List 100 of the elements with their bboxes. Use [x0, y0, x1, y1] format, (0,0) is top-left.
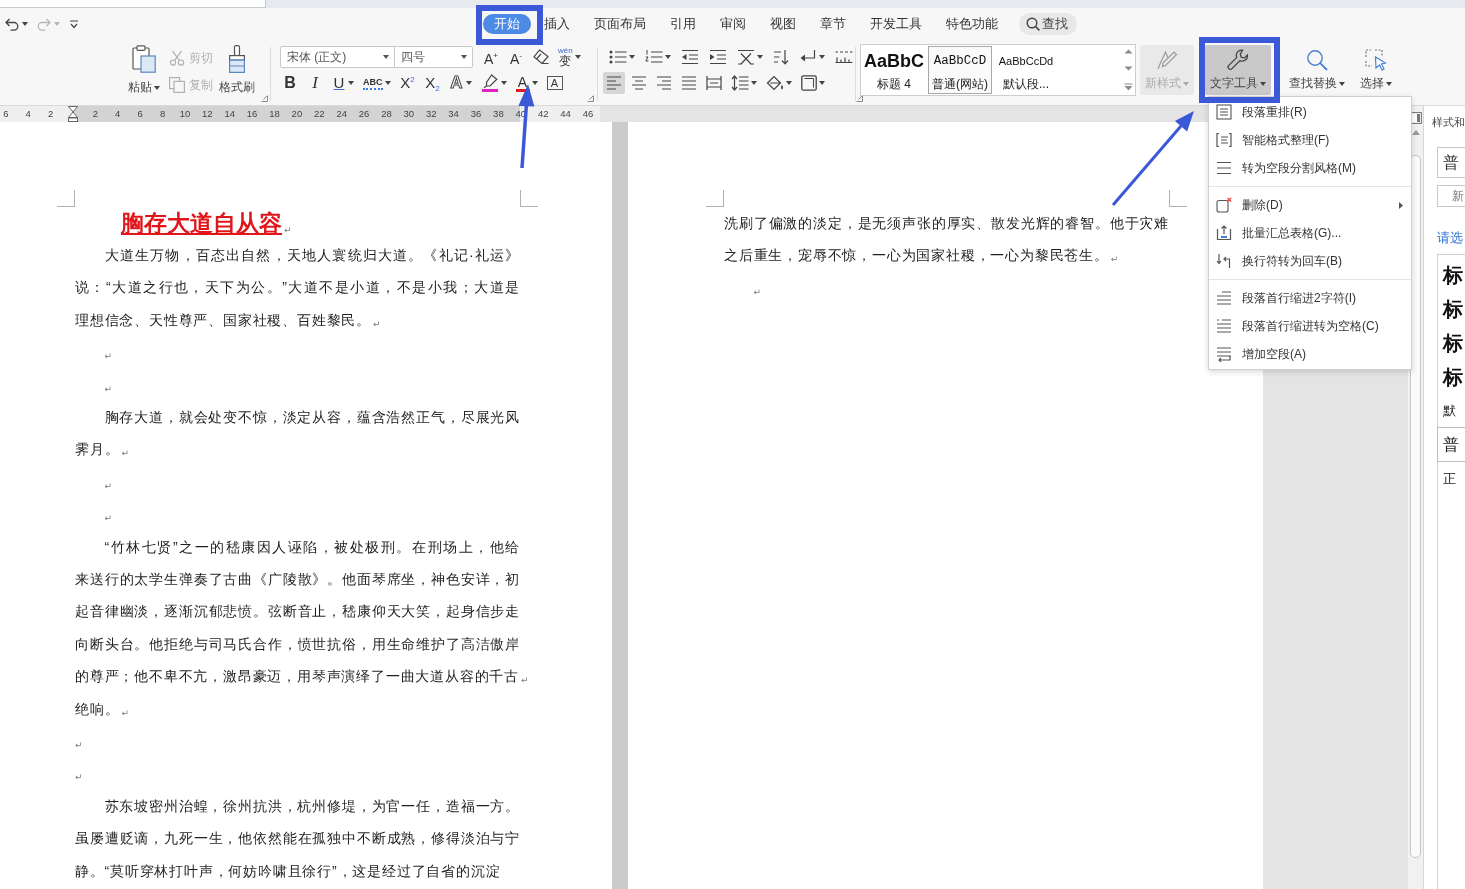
caret-icon — [665, 55, 671, 59]
menu-tab[interactable]: 特色功能 — [935, 14, 1009, 34]
caret-icon — [819, 55, 825, 59]
select-button[interactable]: 选择 — [1355, 45, 1397, 95]
underline-button[interactable]: U — [329, 72, 357, 94]
character-border-button[interactable]: A — [543, 72, 566, 94]
body-paragraph: 胸存大道，就会处变不惊，淡定从容，蕴含浩然正气，尽展光风 霁月。↵ — [75, 408, 520, 461]
caret-icon — [1339, 81, 1345, 86]
style-preset[interactable]: AaBbC 标题 4 — [862, 46, 926, 94]
scroll-up-icon[interactable] — [1411, 130, 1420, 135]
style-preset[interactable]: AaBbCcDd 默认段... — [994, 46, 1058, 94]
pen-icon — [1156, 49, 1178, 71]
copy-icon — [169, 77, 185, 93]
ruler-number: 10 — [178, 107, 192, 121]
menu-tab[interactable]: 视图 — [759, 14, 807, 34]
scrollbar-thumb[interactable] — [1410, 155, 1421, 858]
text-tools-button[interactable]: 文字工具 — [1205, 45, 1271, 95]
ruler-number: 30 — [402, 107, 416, 121]
menu-item[interactable]: 换行符转为回车(B) — [1209, 247, 1411, 275]
menu-tab[interactable]: 开发工具 — [859, 14, 933, 34]
search-icon — [1306, 49, 1328, 71]
align-center-icon — [631, 75, 647, 91]
more-icon[interactable] — [1123, 83, 1133, 91]
body-paragraph: “竹林七贤”之一的嵇康因人诬陷，被处极刑。在刑场上，他给 来送行的太学生弹奏了古曲《广陵散》。他面琴席坐，神色安详，初 起音律幽淡，逐渐沉郁悲愤。弦断音止，嵇康仰天大笑，起身信步走 向断头台。他拒绝与司马氏合作，愤世抗俗，用生命维护了高洁傲岸 的尊严；他不卑不亢，激昂豪迈，用琴声演绎了一曲大道从容的千古↵ — [75, 537, 529, 688]
menu-item[interactable]: 转为空段分割风格(M) — [1209, 154, 1411, 182]
style-list-item[interactable]: 正 — [1438, 462, 1465, 495]
style-list-item[interactable]: 标 — [1438, 326, 1465, 360]
shrink-font-button[interactable]: A$^{-}$ — [505, 46, 527, 68]
ruler-number: 32 — [424, 107, 438, 121]
scroll-down-icon[interactable] — [1123, 66, 1133, 71]
find-replace-button[interactable]: 查找替换 — [1284, 45, 1350, 95]
bracket-lines-icon — [1216, 132, 1232, 148]
border-button[interactable] — [798, 72, 828, 94]
indent-marker-icon[interactable] — [67, 106, 78, 122]
paragraph-mark: ↵ — [104, 351, 113, 362]
swap-arrows-icon — [1216, 253, 1232, 269]
caret-icon — [1260, 81, 1266, 86]
dialog-launcher-icon[interactable] — [261, 95, 268, 102]
paintbrush-icon — [227, 45, 247, 73]
menu-item[interactable]: 删除(D) — [1209, 191, 1411, 219]
style-list-item[interactable]: 默 — [1438, 394, 1465, 427]
font-family-field[interactable]: 宋体 (正文) — [280, 46, 395, 68]
caret-icon — [461, 55, 467, 59]
chevron-icon — [69, 19, 79, 29]
format-painter-button[interactable]: 格式刷 — [217, 44, 257, 96]
phonetic-guide-button[interactable]: wén 变 — [555, 46, 584, 68]
grow-font-button[interactable]: A$^{+}$ — [480, 46, 502, 68]
body-paragraph: 洗刷了偏激的淡定，是无须声张的厚实、散发光辉的睿智。他于灾难 之后重生，宠辱不惊，一心为国家社稷，一心为黎民苍生。↵ — [724, 214, 1169, 267]
menu-item[interactable]: 批量汇总表格(G)... — [1209, 219, 1411, 247]
ruler-number: 36 — [469, 107, 483, 121]
menu-tab[interactable]: 章节 — [809, 14, 857, 34]
menu-tab[interactable]: 引用 — [659, 14, 707, 34]
ruler-number: 28 — [380, 107, 393, 121]
menu-item[interactable]: 段落重排(R) — [1209, 98, 1411, 126]
emphasis-button[interactable]: ABC — [360, 72, 394, 94]
delete-icon — [1216, 197, 1232, 213]
indent-icon — [709, 49, 727, 65]
style-list-item[interactable]: 标 — [1438, 258, 1465, 292]
caret-icon — [383, 55, 389, 59]
dialog-launcher-icon[interactable] — [587, 95, 594, 102]
subscript-button[interactable]: X$_{2}$ — [421, 72, 444, 94]
style-preset[interactable]: AaBbCcD 普通(网站) — [928, 46, 992, 94]
ruler-number: 34 — [447, 107, 460, 121]
style-list-item[interactable]: 标 — [1438, 292, 1465, 326]
italic-button[interactable]: I — [304, 72, 326, 94]
menu-tab[interactable]: 审阅 — [709, 14, 757, 34]
menu-tab[interactable]: 页面布局 — [583, 14, 657, 34]
style-list-item[interactable]: 标 — [1438, 360, 1465, 394]
clipboard-icon — [132, 45, 156, 73]
ruler-number: 18 — [268, 107, 281, 121]
paragraph-mark: ↵ — [104, 480, 113, 491]
style-list-item[interactable]: 普 — [1437, 427, 1465, 462]
caret-icon — [500, 81, 507, 85]
menu-item[interactable]: 段落首行缩进2字符(I) — [1209, 284, 1411, 312]
new-style-button[interactable]: 新 — [1437, 185, 1465, 207]
scroll-up-icon[interactable] — [1123, 49, 1133, 54]
ruler-number: 38 — [492, 107, 505, 121]
style-field[interactable]: 普 — [1437, 147, 1465, 178]
caret-icon — [1386, 81, 1392, 86]
body-paragraph: 绝响。↵ — [75, 699, 129, 720]
indent-lines-icon — [1216, 318, 1232, 334]
text-effect-button[interactable]: A — [446, 72, 475, 94]
menu-item[interactable]: 增加空段(A) — [1209, 340, 1411, 368]
undo-icon — [5, 17, 19, 31]
ruler-number: 12 — [201, 107, 214, 121]
bold-button[interactable]: B — [279, 72, 301, 94]
selection-cursor-icon — [1365, 49, 1387, 71]
superscript-button[interactable]: X$^{2}$ — [396, 72, 419, 94]
menu-tab[interactable]: 插入 — [533, 14, 581, 34]
paste-button[interactable]: 粘贴 — [125, 44, 163, 96]
crop-mark — [520, 190, 538, 207]
font-size-field[interactable]: 四号 — [394, 46, 473, 68]
menu-item[interactable]: 智能格式整理(F) — [1209, 126, 1411, 154]
crossed-lines-icon — [737, 49, 755, 65]
hint-text: 请选 — [1437, 231, 1463, 245]
search-button[interactable]: 查找 — [1019, 13, 1077, 35]
search-icon — [1026, 17, 1040, 31]
menu-item[interactable]: 段落首行缩进转为空格(C) — [1209, 312, 1411, 340]
wrench-icon — [1227, 49, 1249, 71]
panel-title: 样式和 — [1432, 116, 1465, 128]
